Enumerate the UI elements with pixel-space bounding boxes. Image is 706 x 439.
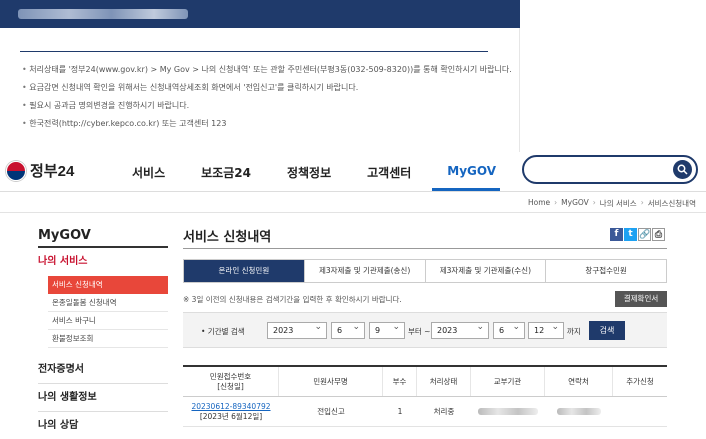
crumb-mygov[interactable]: MyGOV: [561, 198, 589, 209]
to-day-select[interactable]: 12: [528, 320, 564, 339]
tab-third-party-received[interactable]: 제3자제출 및 기관제출(수신): [426, 260, 547, 282]
chevron-right-icon: ›: [592, 198, 596, 207]
from-month-select[interactable]: 6: [331, 320, 365, 339]
tab-third-party-sent[interactable]: 제3자제출 및 기관제출(송신): [305, 260, 426, 282]
search-box: [522, 155, 698, 184]
left-nav: MyGOV 나의 서비스 서비스 신청내역 온종일돌봄 신청내역 서비스 바구니…: [38, 222, 168, 439]
notice-divider: [20, 51, 488, 52]
period-search-panel: • 기간별 검색 2023 6 9 부터 ~ 2023 6 12 까지 검색: [183, 312, 667, 348]
taegeuk-icon: [6, 160, 26, 181]
logo[interactable]: 정부24: [6, 160, 74, 181]
th-receipt-no-label: 민원접수번호: [209, 371, 252, 381]
crumb-home[interactable]: Home: [528, 198, 550, 209]
th-contact: 연락처: [545, 367, 613, 396]
request-table: 민원접수번호 [신청일] 민원사무명 부수 처리상태 교부기관 연락처 추가신청…: [183, 365, 667, 427]
breadcrumb: Home › MyGOV › 나의 서비스 › 서비스신청내역: [0, 193, 706, 213]
request-tabs: 온라인 신청민원 제3자제출 및 기관제출(송신) 제3자제출 및 기관제출(수…: [183, 259, 667, 283]
notice-list: 처리상태를 '정부24(www.gov.kr) > My Gov > 나의 신청…: [22, 64, 512, 136]
period-search-button[interactable]: 검색: [589, 321, 625, 340]
notice-panel: 처리상태를 '정부24(www.gov.kr) > My Gov > 나의 신청…: [0, 0, 520, 152]
request-date: [2023년 6월12일]: [199, 411, 263, 421]
notice-item: 필요시 공과금 명의변경을 진행하시기 바랍니다.: [22, 100, 512, 118]
print-icon[interactable]: ⎙: [652, 228, 665, 241]
menu-subsidy24[interactable]: 보조금24: [201, 164, 251, 181]
share-buttons: f t 🔗 ⎙: [610, 228, 665, 241]
menu-mygov[interactable]: MyGOV: [447, 164, 496, 181]
notice-item: 요금감면 신청내역 확인을 위해서는 신청내역상세조회 화면에서 '전입신고'를…: [22, 82, 512, 100]
lnb-group-life-info[interactable]: 나의 생활정보: [38, 384, 168, 412]
lnb-title: MyGOV: [38, 222, 168, 248]
table-row: 20230612-89340792 [2023년 6월12일] 전입신고 1 처…: [183, 397, 667, 427]
receipt-number-link[interactable]: 20230612-89340792: [191, 402, 270, 412]
active-menu-indicator: [432, 188, 500, 191]
from-year-select[interactable]: 2023: [267, 320, 327, 339]
payment-confirmation-button[interactable]: 결제확인서: [615, 291, 667, 307]
notice-item: 처리상태를 '정부24(www.gov.kr) > My Gov > 나의 신청…: [22, 64, 512, 82]
search-button[interactable]: [673, 160, 692, 179]
th-status: 처리상태: [417, 367, 471, 396]
sub-item-refund-info[interactable]: 환불정보조회: [48, 330, 168, 348]
sub-item-all-day-care[interactable]: 온종일돌봄 신청내역: [48, 294, 168, 312]
search-input[interactable]: [532, 162, 672, 178]
sub-item-service-requests[interactable]: 서비스 신청내역: [48, 276, 168, 294]
from-day-select[interactable]: 9: [369, 320, 405, 339]
td-contact: [545, 397, 613, 426]
th-receipt-no: 민원접수번호 [신청일]: [183, 367, 279, 396]
blurred-title: [18, 9, 188, 19]
notice-item: 한국전력(http://cyber.kepco.co.kr) 또는 고객센터 1…: [22, 118, 512, 136]
to-month-select[interactable]: 6: [493, 320, 525, 339]
blurred-agency: [478, 408, 538, 415]
th-additional-request: 추가신청: [626, 376, 654, 386]
td-receipt: 20230612-89340792 [2023년 6월12일]: [183, 397, 279, 426]
chevron-right-icon: ›: [554, 198, 558, 207]
th-issuing-agency: 교부기관: [471, 367, 545, 396]
menu-policy[interactable]: 정책정보: [287, 164, 331, 181]
crumb-my-service[interactable]: 나의 서비스: [600, 198, 637, 209]
td-status: 처리중: [433, 406, 455, 416]
sub-item-service-basket[interactable]: 서비스 바구니: [48, 312, 168, 330]
th-request-date-label: [신청일]: [217, 381, 244, 391]
crumb-current: 서비스신청내역: [647, 199, 696, 208]
tab-counter-requests[interactable]: 창구접수민원: [546, 260, 666, 282]
th-service-name: 민원사무명: [279, 367, 383, 396]
td-issuing-agency: [471, 397, 545, 426]
menu-customer-center[interactable]: 고객센터: [367, 164, 411, 181]
th-count: 부수: [383, 367, 417, 396]
link-icon[interactable]: 🔗: [638, 228, 651, 241]
period-search-label: • 기간별 검색: [201, 327, 245, 336]
td-service-name: 전입신고: [317, 406, 345, 416]
blurred-contact: [557, 408, 601, 415]
td-additional-request: [613, 397, 667, 426]
facebook-icon[interactable]: f: [610, 228, 623, 241]
lnb-group-e-certificate[interactable]: 전자증명서: [38, 356, 168, 384]
search-icon: [677, 164, 688, 175]
main-content: 서비스 신청내역 f t 🔗 ⎙ 온라인 신청민원 제3자제출 및 기관제출(송…: [183, 222, 667, 427]
search-hint: ※ 3일 이전의 신청내용은 검색기간을 입력한 후 확인하시기 바랍니다.: [183, 295, 402, 304]
twitter-icon[interactable]: t: [624, 228, 637, 241]
lnb-group-consultation[interactable]: 나의 상담: [38, 412, 168, 439]
lnb-group-my-service[interactable]: 나의 서비스: [38, 248, 168, 276]
to-year-select[interactable]: 2023: [431, 320, 489, 339]
notice-banner: [0, 0, 520, 28]
page-title: 서비스 신청내역: [183, 230, 272, 245]
chevron-right-icon: ›: [640, 198, 644, 207]
td-count: 1: [397, 406, 403, 416]
table-header: 민원접수번호 [신청일] 민원사무명 부수 처리상태 교부기관 연락처 추가신청: [183, 367, 667, 397]
logo-text: 정부24: [30, 163, 75, 180]
tab-online-requests[interactable]: 온라인 신청민원: [184, 260, 305, 282]
to-text: 까지: [567, 327, 581, 336]
menu-service[interactable]: 서비스: [132, 164, 165, 181]
title-divider: [183, 248, 667, 249]
gnb-menu: 서비스 보조금24 정책정보 고객센터 MyGOV: [132, 164, 532, 181]
from-text: 부터 ~: [408, 327, 431, 336]
lnb-submenu: 서비스 신청내역 온종일돌봄 신청내역 서비스 바구니 환불정보조회: [48, 276, 168, 348]
